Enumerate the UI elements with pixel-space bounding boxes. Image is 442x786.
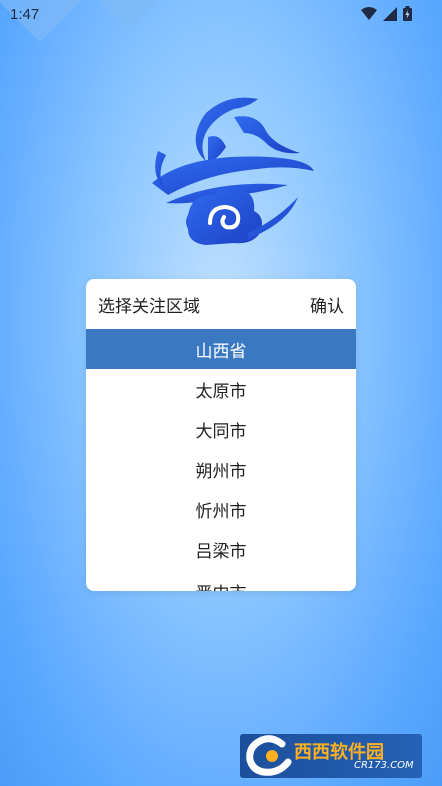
dialog-header: 选择关注区域 确认 bbox=[86, 279, 356, 329]
status-icons bbox=[361, 6, 412, 21]
watermark-c-icon bbox=[246, 735, 292, 776]
confirm-button[interactable]: 确认 bbox=[310, 292, 344, 317]
app-logo bbox=[152, 97, 314, 245]
region-option-jinzhong[interactable]: 晋中市 bbox=[86, 569, 356, 591]
region-option-datong[interactable]: 大同市 bbox=[86, 409, 356, 449]
dialog-title: 选择关注区域 bbox=[98, 296, 200, 317]
region-picker-list[interactable]: 山西省 太原市 大同市 朔州市 忻州市 吕梁市 晋中市 bbox=[86, 329, 356, 591]
region-option-shuozhou[interactable]: 朔州市 bbox=[86, 449, 356, 489]
region-option-lvliang[interactable]: 吕梁市 bbox=[86, 529, 356, 569]
watermark-url: CR173.COM bbox=[354, 760, 414, 771]
wifi-icon bbox=[361, 6, 377, 20]
status-bar: 1:47 bbox=[0, 0, 442, 30]
watermark-logo: 西西软件园 CR173.COM bbox=[240, 734, 422, 778]
region-option-xinzhou[interactable]: 忻州市 bbox=[86, 489, 356, 529]
region-select-dialog: 选择关注区域 确认 山西省 太原市 大同市 朔州市 忻州市 吕梁市 晋中市 bbox=[86, 279, 356, 591]
region-option-shanxi[interactable]: 山西省 bbox=[86, 329, 356, 369]
cellular-signal-icon bbox=[383, 6, 397, 21]
status-time: 1:47 bbox=[10, 6, 40, 23]
region-option-taiyuan[interactable]: 太原市 bbox=[86, 369, 356, 409]
battery-icon bbox=[403, 6, 412, 21]
